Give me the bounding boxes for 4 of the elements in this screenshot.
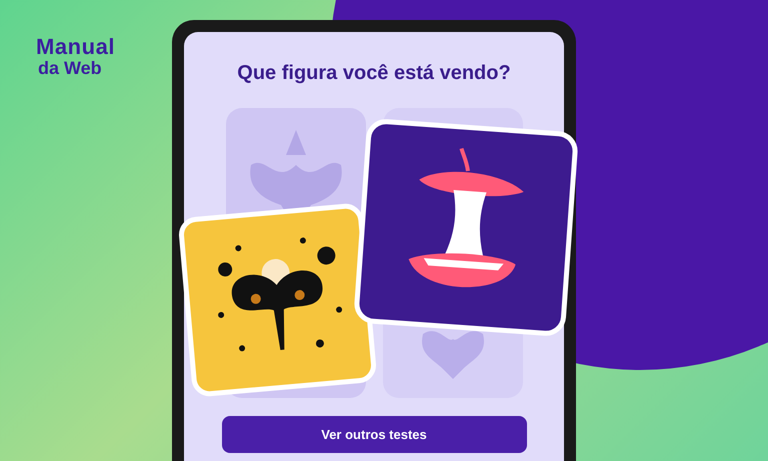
logo-text: da Web (37, 59, 103, 77)
screen-title: Que figura você está vendo? (237, 61, 511, 86)
logo-text: Manual (36, 36, 116, 58)
see-other-tests-button[interactable]: Ver outros testes (222, 416, 526, 453)
